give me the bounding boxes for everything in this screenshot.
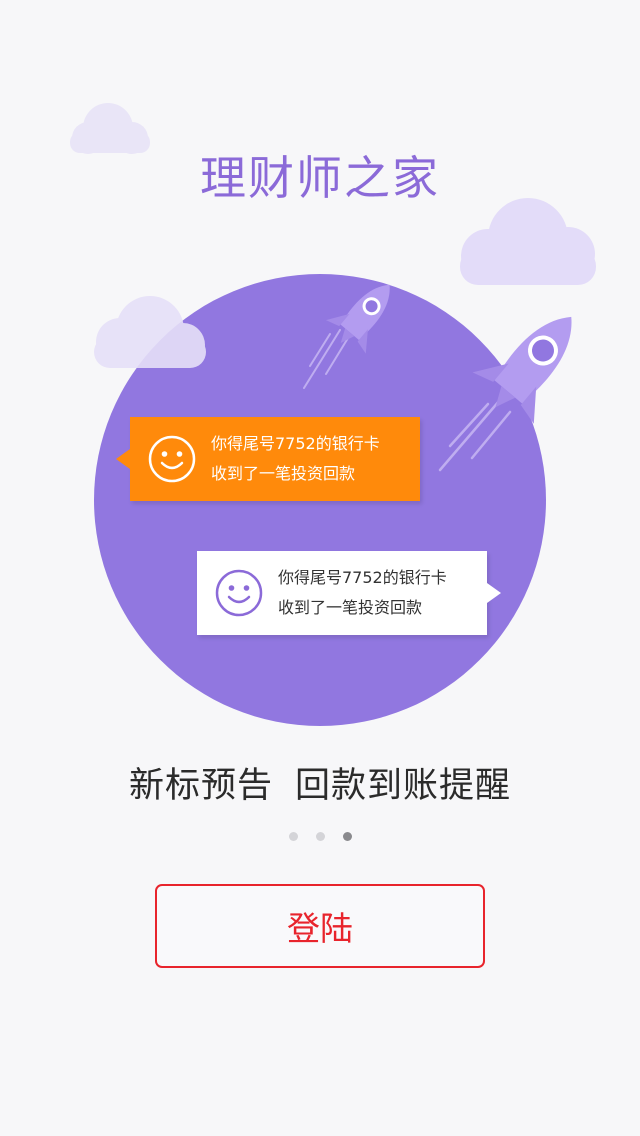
onboarding-illustration — [70, 103, 596, 726]
notification-text: 你得尾号7752的银行卡 收到了一笔投资回款 — [211, 429, 380, 489]
tagline-part1: 新标预告 — [128, 766, 273, 806]
feature-tagline: 新标预告 回款到账提醒 — [0, 760, 640, 812]
notification-line1: 你得尾号7752的银行卡 — [211, 434, 380, 453]
cloud-left — [94, 296, 206, 368]
notification-bubble-white: 你得尾号7752的银行卡 收到了一笔投资回款 — [197, 551, 501, 635]
app-title: 理财师之家 — [200, 151, 440, 205]
login-button[interactable]: 登陆 — [155, 884, 485, 968]
smiley-icon — [148, 435, 196, 483]
notification-line2: 收到了一笔投资回款 — [211, 464, 356, 483]
page-dot-1[interactable] — [288, 832, 298, 841]
notification-line2: 收到了一笔投资回款 — [278, 598, 423, 617]
smiley-icon — [215, 569, 263, 617]
cloud-top-right — [460, 198, 596, 285]
page-dot-2[interactable] — [315, 832, 325, 841]
notification-bubble-orange: 你得尾号7752的银行卡 收到了一笔投资回款 — [116, 417, 420, 501]
notification-line1: 你得尾号7752的银行卡 — [278, 568, 447, 587]
tagline-part2: 回款到账提醒 — [295, 766, 512, 806]
page-indicator — [0, 832, 640, 841]
notification-text: 你得尾号7752的银行卡 收到了一笔投资回款 — [278, 563, 447, 623]
page-dot-3-active[interactable] — [342, 832, 352, 841]
